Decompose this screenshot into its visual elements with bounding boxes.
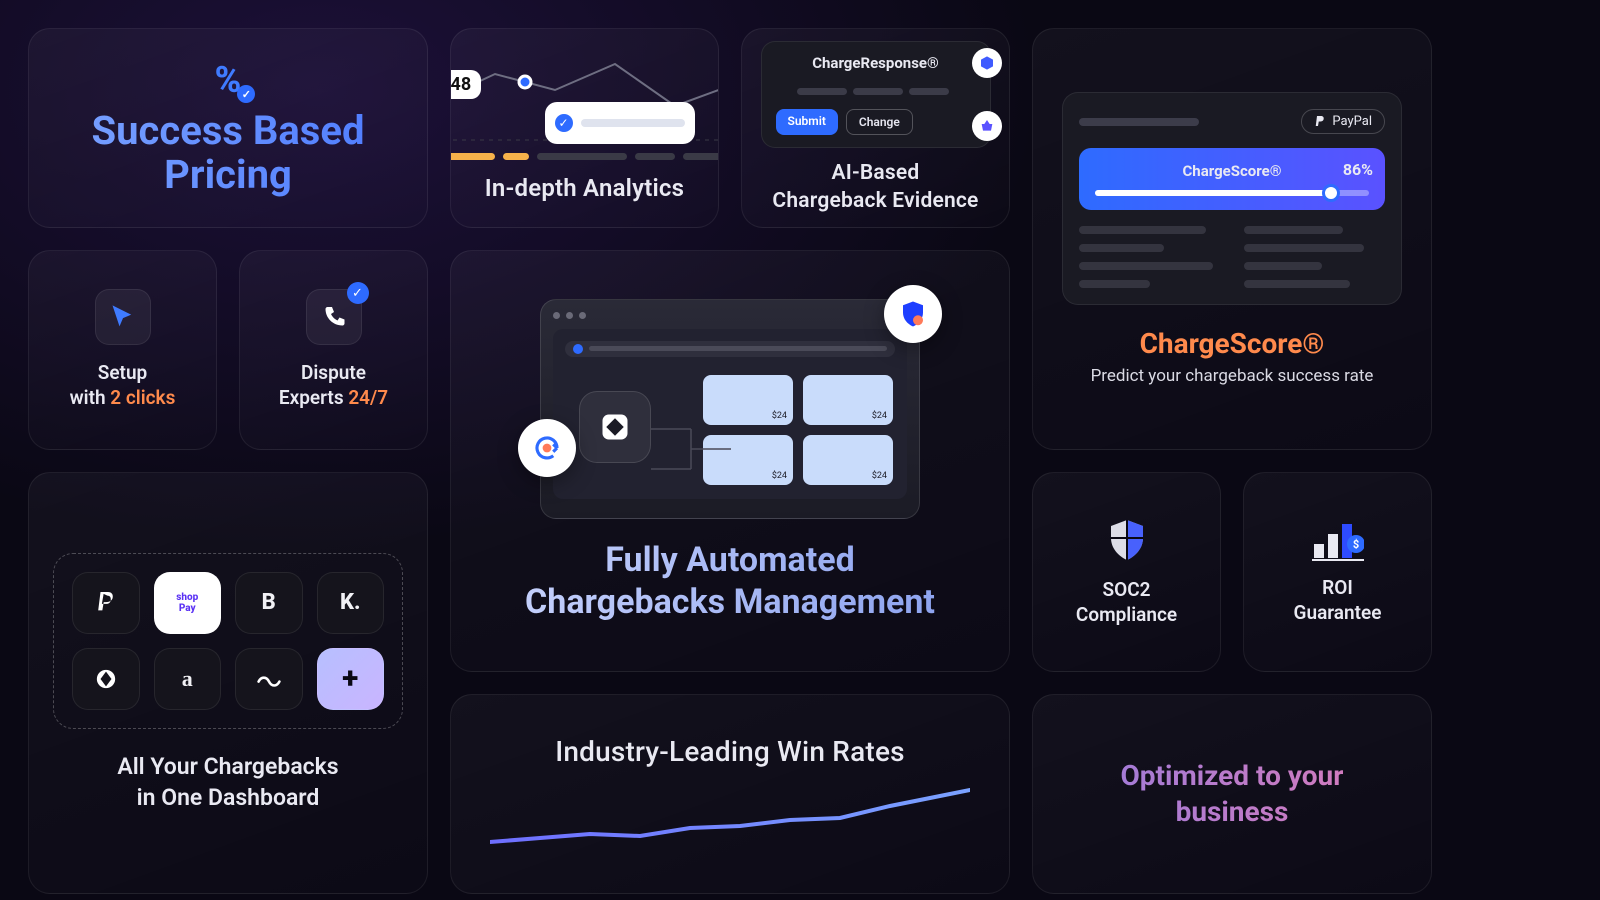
soc2-l2: Compliance	[1076, 603, 1177, 628]
setup-line2: with 2 clicks	[70, 386, 176, 411]
experts-line1: Dispute	[279, 361, 388, 386]
setup-line1: Setup	[70, 361, 176, 386]
shield-grid-icon	[1103, 516, 1151, 564]
score-percent: 86%	[1343, 160, 1373, 179]
experts-card: ✓ Dispute Experts 24/7	[239, 250, 428, 450]
integrations-caption-2: in One Dashboard	[117, 782, 338, 813]
analytics-title: In-depth Analytics	[485, 174, 684, 202]
integration-afterpay-icon[interactable]	[235, 648, 303, 710]
winrates-sparkline	[490, 784, 970, 854]
chargescore-sub: Predict your chargeback success rate	[1091, 366, 1374, 386]
mini-card	[803, 435, 893, 485]
add-integration-button[interactable]: +	[317, 648, 385, 710]
integrations-caption-1: All Your Chargebacks	[117, 751, 338, 782]
winrates-card: Industry-Leading Win Rates	[450, 694, 1010, 894]
basket-icon	[972, 111, 1002, 141]
integration-shoppay-icon[interactable]: shopPay	[154, 572, 222, 634]
pricing-card: %✓ Success Based Pricing	[28, 28, 428, 228]
score-gauge: ChargeScore® 86%	[1079, 148, 1385, 210]
optimized-l2: business	[1121, 794, 1344, 830]
chargeresponse-panel: ChargeResponse® Submit Change	[761, 41, 991, 148]
automated-title-1: Fully Automated	[525, 539, 935, 582]
evidence-title-2: Chargeback Evidence	[772, 188, 978, 215]
soc2-card: SOC2Compliance	[1032, 472, 1221, 672]
submit-button[interactable]: Submit	[776, 109, 838, 135]
shield-icon	[884, 285, 942, 343]
phone-icon: ✓	[306, 289, 362, 345]
bar-chart-dollar-icon: $	[1312, 518, 1364, 562]
winrates-title: Industry-Leading Win Rates	[555, 735, 905, 768]
setup-card: Setup with 2 clicks	[28, 250, 217, 450]
optimized-card: Optimized to yourbusiness	[1032, 694, 1432, 894]
automated-card: Fully Automated Chargebacks Management	[450, 250, 1010, 672]
browser-mockup	[540, 299, 920, 519]
automated-title-2: Chargebacks Management	[525, 581, 935, 624]
integrations-card: shopPay B K. a + All Your Chargebacks in…	[28, 472, 428, 894]
integrations-grid: shopPay B K. a +	[53, 553, 403, 729]
experts-line2: Experts 24/7	[279, 386, 388, 411]
check-icon: ✓	[555, 114, 573, 132]
gauge-label: ChargeScore®	[1095, 162, 1369, 180]
roi-l1: ROI	[1294, 576, 1382, 601]
sync-icon	[518, 419, 576, 477]
pricing-heading: Success Based Pricing	[47, 109, 409, 197]
cursor-icon	[95, 289, 151, 345]
chargescore-card: PayPal ChargeScore® 86% ChargeScore® Pre…	[1032, 28, 1432, 450]
analytics-card: 48 ✓ In-depth Analytics	[450, 28, 719, 228]
percent-icon: %✓	[215, 59, 242, 101]
chargescore-panel: PayPal ChargeScore® 86%	[1062, 92, 1402, 305]
paypal-pill: PayPal	[1301, 109, 1385, 134]
check-badge-icon: ✓	[347, 282, 369, 304]
analytics-value-badge: 48	[450, 70, 481, 99]
paypal-icon	[1314, 115, 1326, 129]
roi-l2: Guarantee	[1294, 601, 1382, 626]
integration-logo-icon[interactable]	[72, 648, 140, 710]
soc2-l1: SOC2	[1076, 578, 1177, 603]
analytics-stat-card: ✓	[545, 102, 695, 144]
change-button[interactable]: Change	[846, 109, 913, 135]
chargescore-heading: ChargeScore®	[1140, 327, 1325, 360]
svg-text:$: $	[1352, 538, 1358, 551]
address-bar	[565, 341, 895, 357]
evidence-card: ChargeResponse® Submit Change AI-Based C…	[741, 28, 1010, 228]
optimized-l1: Optimized to your	[1121, 758, 1344, 794]
integration-paypal-icon[interactable]	[72, 572, 140, 634]
slider-knob[interactable]	[1322, 184, 1340, 202]
roi-card: $ ROIGuarantee	[1243, 472, 1432, 672]
check-badge-icon: ✓	[237, 85, 255, 103]
analytics-bars	[450, 153, 719, 160]
evidence-title-1: AI-Based	[772, 160, 978, 187]
integration-klarna-icon[interactable]: K.	[317, 572, 385, 634]
integration-logo-icon[interactable]: a	[154, 648, 222, 710]
hub-icon	[579, 391, 651, 463]
mini-card	[803, 375, 893, 425]
panel-title: ChargeResponse®	[776, 54, 976, 72]
integration-braintree-icon[interactable]: B	[235, 572, 303, 634]
cube-icon	[972, 48, 1002, 78]
lock-icon	[573, 344, 583, 354]
